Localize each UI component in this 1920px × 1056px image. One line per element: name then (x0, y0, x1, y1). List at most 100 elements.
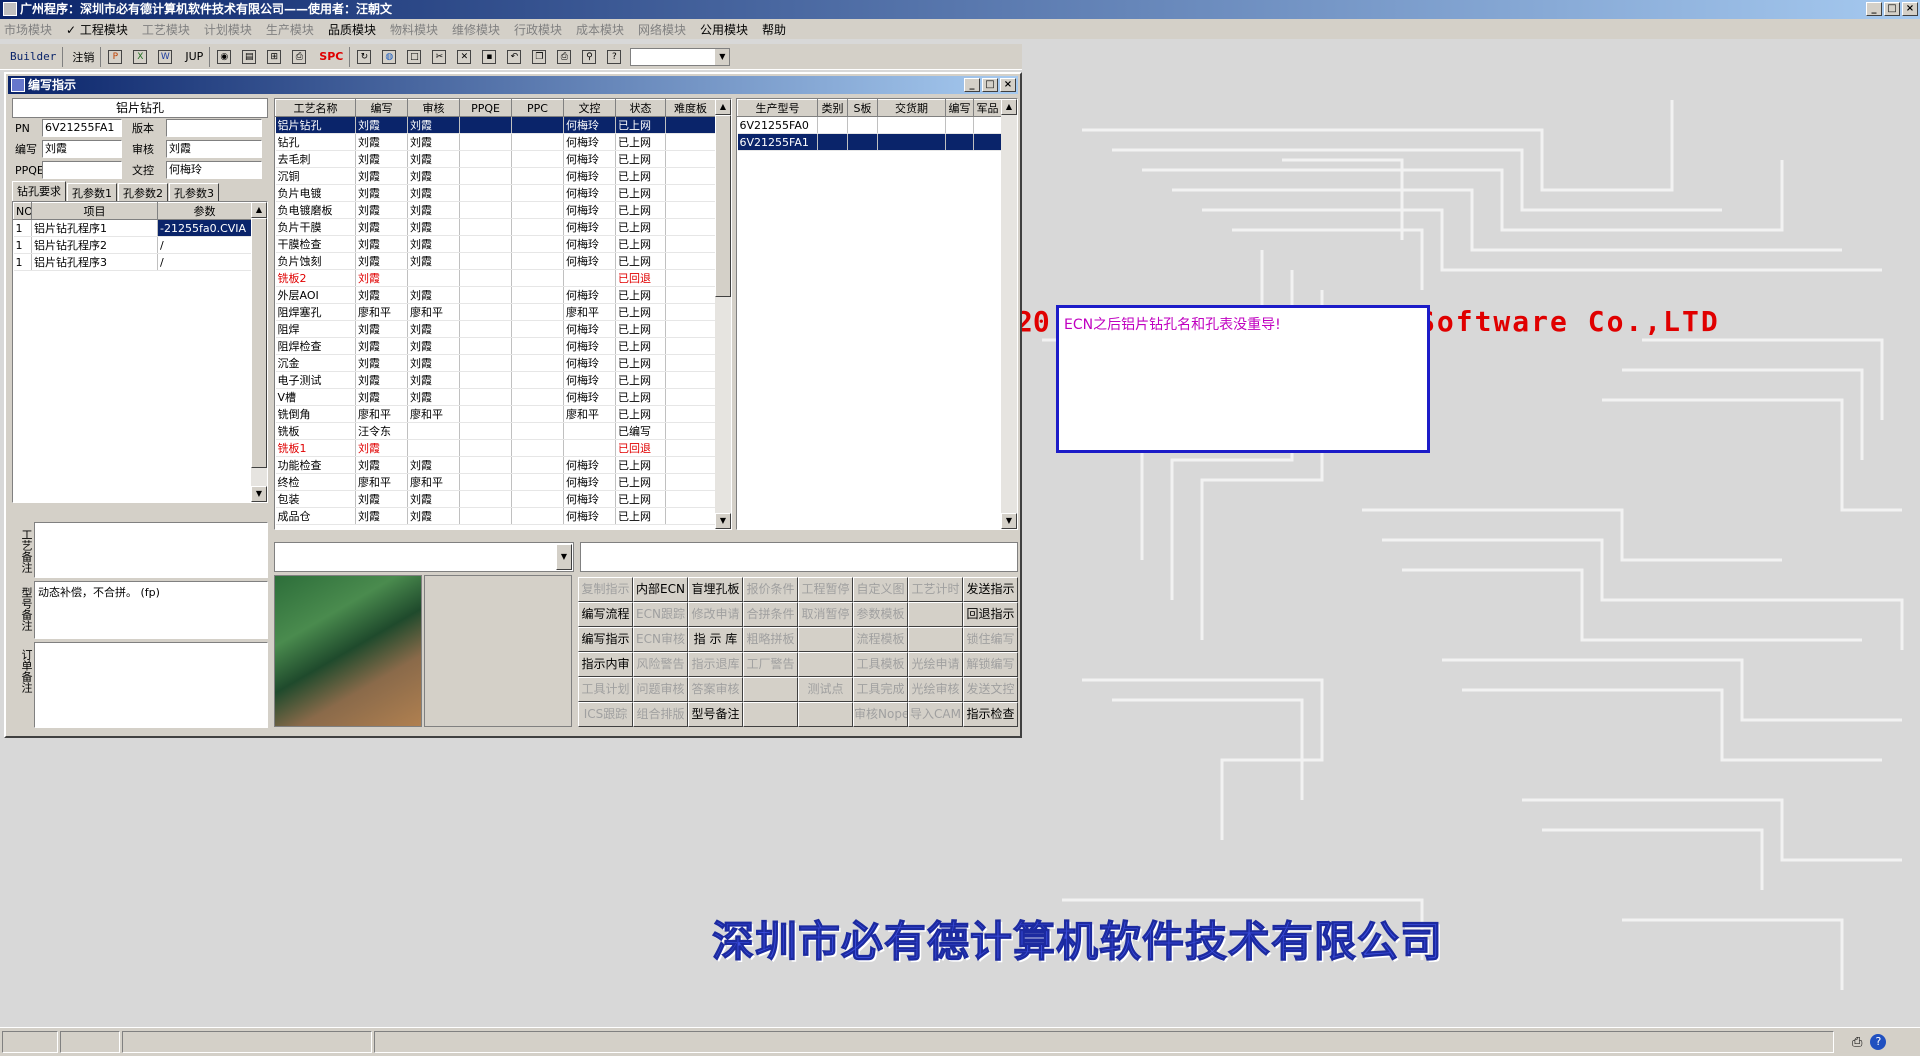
action-button[interactable]: 流程模板 (853, 627, 908, 652)
menu-common[interactable]: 公用模块 (700, 21, 748, 38)
action-button[interactable]: 指示检查 (963, 702, 1018, 727)
table-row[interactable]: 去毛刺 刘霞 刘霞 何梅玲 已上网 (275, 150, 716, 168)
action-button[interactable]: 组合排版 (633, 702, 688, 727)
column-header[interactable]: 编写 (945, 99, 974, 117)
table-row[interactable]: V槽 刘霞 刘霞 何梅玲 已上网 (275, 388, 716, 406)
column-header[interactable]: 类别 (817, 99, 848, 117)
action-button[interactable] (798, 627, 853, 652)
menu-production[interactable]: 生产模块 (266, 21, 314, 38)
action-button[interactable]: 工具模板 (853, 652, 908, 677)
builder-button[interactable]: Builder (4, 46, 64, 67)
table-row[interactable]: 外层AOI 刘霞 刘霞 何梅玲 已上网 (275, 286, 716, 304)
copy-icon[interactable]: ❐ (528, 47, 550, 67)
save-icon[interactable]: ▪ (478, 47, 500, 67)
menu-cost[interactable]: 成本模块 (576, 21, 624, 38)
action-button[interactable]: 锁住编写 (963, 627, 1018, 652)
window-minimize-button[interactable]: _ (964, 78, 980, 92)
action-button[interactable]: ECN审核 (633, 627, 688, 652)
action-button[interactable]: 发送文控 (963, 677, 1018, 702)
action-button[interactable]: 工具计划 (578, 677, 633, 702)
action-button[interactable]: 发送指示 (963, 577, 1018, 602)
powerpoint-icon[interactable]: P (104, 47, 126, 67)
menu-process[interactable]: 工艺模块 (142, 21, 190, 38)
chevron-down-icon[interactable]: ▼ (556, 544, 572, 570)
action-button[interactable] (743, 702, 798, 727)
printer-tray-icon[interactable]: ⎙ (1852, 1035, 1862, 1050)
globe-icon[interactable]: ◍ (378, 47, 400, 67)
action-button[interactable]: 盲埋孔板 (688, 577, 743, 602)
scroll-down-icon[interactable]: ▼ (251, 486, 267, 502)
menu-maintenance[interactable]: 维修模块 (452, 21, 500, 38)
restore-button[interactable]: □ (1884, 2, 1900, 16)
table-cell[interactable]: / (157, 253, 252, 271)
word-icon[interactable]: W (154, 47, 176, 67)
menu-market[interactable]: 市场模块 (4, 21, 52, 38)
table-cell[interactable]: -21255fa0.CVIA (157, 219, 252, 237)
process-memo-field[interactable] (34, 522, 268, 578)
scroll-thumb[interactable] (251, 218, 267, 468)
process-table-scrollbar[interactable]: ▲ ▼ (715, 99, 731, 529)
column-header[interactable]: 生产型号 (737, 99, 818, 117)
table-row[interactable]: 电子测试 刘霞 刘霞 何梅玲 已上网 (275, 371, 716, 389)
action-button[interactable]: 指示内审 (578, 652, 633, 677)
action-button[interactable]: 工艺计时 (908, 577, 963, 602)
ppqe-field[interactable] (42, 161, 122, 179)
writer-field[interactable]: 刘霞 (42, 140, 122, 158)
action-button[interactable]: 导入CAM (908, 702, 963, 727)
table-row[interactable]: 阻焊塞孔 廖和平 廖和平 廖和平 已上网 (275, 303, 716, 321)
version-field[interactable] (166, 119, 262, 137)
table-row[interactable]: 6V21255FA0 (737, 116, 1002, 134)
help-icon[interactable]: ? (603, 47, 625, 67)
action-button[interactable]: 回退指示 (963, 602, 1018, 627)
column-header-item[interactable]: 项目 (31, 202, 158, 220)
new-file-icon[interactable]: □ (403, 47, 425, 67)
scroll-up-icon[interactable]: ▲ (715, 99, 731, 115)
table-row[interactable]: 铝片钻孔 刘霞 刘霞 何梅玲 已上网 (275, 116, 716, 134)
column-header-no[interactable]: NO (13, 202, 32, 220)
action-button[interactable]: 合拼条件 (743, 602, 798, 627)
table-row[interactable]: 铣倒角 廖和平 廖和平 廖和平 已上网 (275, 405, 716, 423)
table-row[interactable]: 负片干膜 刘霞 刘霞 何梅玲 已上网 (275, 218, 716, 236)
action-button[interactable]: ICS跟踪 (578, 702, 633, 727)
spc-button[interactable]: SPC (313, 46, 351, 67)
excel-icon[interactable]: X (129, 47, 151, 67)
column-header[interactable]: 难度板 (665, 99, 716, 117)
printer-icon[interactable]: ⎙ (288, 47, 310, 67)
refresh-icon[interactable]: ↻ (353, 47, 375, 67)
action-button[interactable]: 工具完成 (853, 677, 908, 702)
help-tray-icon[interactable]: ? (1870, 1034, 1887, 1050)
table-row[interactable]: 干膜检查 刘霞 刘霞 何梅玲 已上网 (275, 235, 716, 253)
menu-plan[interactable]: 计划模块 (204, 21, 252, 38)
action-button[interactable]: 自定义图 (853, 577, 908, 602)
drill-table-scrollbar[interactable]: ▲ ▼ (251, 202, 267, 502)
menu-admin[interactable]: 行政模块 (514, 21, 562, 38)
action-button[interactable]: 内部ECN (633, 577, 688, 602)
action-button[interactable] (798, 652, 853, 677)
action-button[interactable]: 复制指示 (578, 577, 633, 602)
table-row[interactable]: 包装 刘霞 刘霞 何梅玲 已上网 (275, 490, 716, 508)
logout-button[interactable]: 注销 (66, 46, 102, 67)
column-header[interactable]: 交货期 (877, 99, 946, 117)
action-button[interactable]: 光绘审核 (908, 677, 963, 702)
reviewer-field[interactable]: 刘霞 (166, 140, 262, 158)
view-icon[interactable]: ◉ (213, 47, 235, 67)
action-button[interactable]: 问题审核 (633, 677, 688, 702)
action-button[interactable]: 测试点 (798, 677, 853, 702)
table-row[interactable]: 钻孔 刘霞 刘霞 何梅玲 已上网 (275, 133, 716, 151)
table-row[interactable]: 铣板 汪令东 已编写 (275, 422, 716, 440)
action-button[interactable]: 审核Nope (853, 702, 908, 727)
menu-quality[interactable]: 品质模块 (328, 21, 376, 38)
action-button[interactable]: 取消暂停 (798, 602, 853, 627)
table-row[interactable]: 功能检查 刘霞 刘霞 何梅玲 已上网 (275, 456, 716, 474)
menu-help[interactable]: 帮助 (762, 21, 786, 38)
column-header[interactable]: PPC (511, 99, 564, 117)
action-button[interactable]: 风险警告 (633, 652, 688, 677)
window-close-button[interactable]: × (1000, 78, 1016, 92)
column-header[interactable]: 状态 (615, 99, 666, 117)
column-header[interactable]: 编写 (355, 99, 408, 117)
table-row[interactable]: 6V21255FA1 (737, 133, 1002, 151)
model-table-scrollbar[interactable]: ▲ ▼ (1001, 99, 1017, 529)
jup-button[interactable]: JUP (179, 46, 211, 67)
table-row[interactable]: 负片电镀 刘霞 刘霞 何梅玲 已上网 (275, 184, 716, 202)
find-icon[interactable]: ⚲ (578, 47, 600, 67)
